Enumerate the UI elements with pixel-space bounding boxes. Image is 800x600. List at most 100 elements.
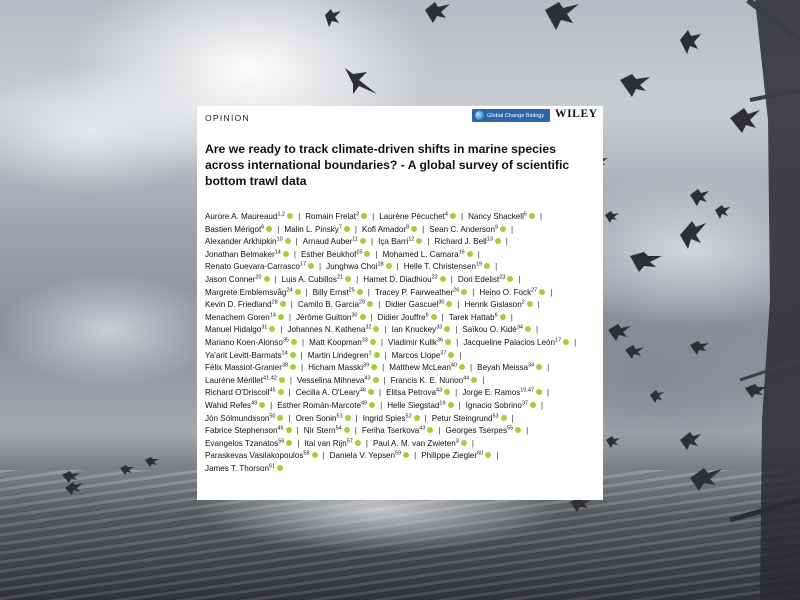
author-name[interactable]: Nancy Shackell [468,212,524,221]
orcid-icon[interactable] [289,351,296,358]
orcid-icon[interactable] [279,301,286,308]
author-name[interactable]: Jacqueline Palacios León [463,338,555,347]
orcid-icon[interactable] [369,338,376,345]
orcid-icon[interactable] [344,414,351,421]
author-name[interactable]: Elitsa Petrova [386,388,436,397]
author-name[interactable]: Ingrid Spies [363,414,406,423]
author-name[interactable]: Martin Lindegren [308,351,369,360]
orcid-icon[interactable] [500,414,507,421]
author-name[interactable]: Alexander Arkhipkin [205,237,277,246]
author-name[interactable]: Félix Massiot-Granier [205,363,282,372]
author-name[interactable]: Junghwa Choi [326,262,377,271]
author-name[interactable]: Laurène Pécuchet [379,212,445,221]
author-name[interactable]: Francis K. E. Nunoo [391,376,463,385]
author-name[interactable]: Paraskevas Vasilakopoulos [205,451,303,460]
author-name[interactable]: Camilo B. Garcia [298,300,359,309]
orcid-icon[interactable] [447,401,454,408]
author-name[interactable]: Jonathan Belmaker [205,250,275,259]
author-name[interactable]: Didier Jouffre [378,313,426,322]
orcid-icon[interactable] [343,427,350,434]
author-name[interactable]: Iça Barri [378,237,408,246]
author-name[interactable]: Kofi Amador [362,225,406,234]
author-name[interactable]: Henrik Gislason [465,300,522,309]
author-name[interactable]: Esther Román-Marcote [277,401,361,410]
author-name[interactable]: Helle Siegstad [387,401,439,410]
orcid-icon[interactable] [285,427,292,434]
author-name[interactable]: Jason Conner [205,275,255,284]
orcid-icon[interactable] [278,376,285,383]
author-name[interactable]: Romain Frelat [305,212,356,221]
author-name[interactable]: Daniela V. Yepsen [330,451,395,460]
orcid-icon[interactable] [430,313,437,320]
author-name[interactable]: Jérôme Guitton [296,313,351,322]
author-name[interactable]: Nir Stern [304,426,336,435]
author-name[interactable]: Vladimir Kulik [388,338,437,347]
author-name[interactable]: Tarek Hattab [449,313,495,322]
author-name[interactable]: Jorge E. Ramos [462,388,520,397]
orcid-icon[interactable] [460,439,467,446]
orcid-icon[interactable] [494,238,501,245]
author-name[interactable]: Mariano Koen-Alonso [205,338,283,347]
orcid-icon[interactable] [413,414,420,421]
orcid-icon[interactable] [356,288,363,295]
orcid-icon[interactable] [439,275,446,282]
author-name[interactable]: Malin L. Pinsky [284,225,338,234]
orcid-icon[interactable] [294,288,301,295]
orcid-icon[interactable] [343,225,350,232]
author-name[interactable]: James T. Thorson [205,464,269,473]
orcid-icon[interactable] [372,376,379,383]
orcid-icon[interactable] [466,250,473,257]
author-name[interactable]: Mohamed L. Camara [383,250,459,259]
author-name[interactable]: Manuel Hidalgo [205,325,261,334]
author-name[interactable]: Matt Koopman [309,338,362,347]
author-name[interactable]: Hicham Masski [308,363,363,372]
author-name[interactable]: Feriha Tserkova [362,426,419,435]
author-name[interactable]: Richard J. Bell [434,237,486,246]
author-name[interactable]: Beyah Meissa [477,363,528,372]
author-name[interactable]: Menachem Goren [205,313,270,322]
author-name[interactable]: Ian Knuckey [392,325,437,334]
orcid-icon[interactable] [282,250,289,257]
author-name[interactable]: Esther Beukhof [301,250,356,259]
author-name[interactable]: Laurène Mérillet [205,376,263,385]
author-name[interactable]: Ignacio Sobrino [466,401,522,410]
author-name[interactable]: Ya'arit Levitt-Barmats [205,351,282,360]
author-name[interactable]: Evangelos Tzanatos [205,439,278,448]
orcid-icon[interactable] [499,313,506,320]
author-name[interactable]: Fabrice Stephenson [205,426,277,435]
author-name[interactable]: Billy Ernst [313,288,349,297]
orcid-icon[interactable] [277,389,284,396]
orcid-icon[interactable] [263,275,270,282]
orcid-icon[interactable] [385,263,392,270]
orcid-icon[interactable] [526,301,533,308]
author-name[interactable]: Philippe Ziegler [421,451,477,460]
author-name[interactable]: Tracey P. Fairweather [375,288,453,297]
author-name[interactable]: Richard O'Driscoll [205,388,270,397]
author-name[interactable]: Margrete Emblemsvåg [205,288,286,297]
orcid-icon[interactable] [359,313,366,320]
author-name[interactable]: Saïkou O. Kidé [462,325,516,334]
author-name[interactable]: Heino O. Fock [479,288,531,297]
author-name[interactable]: Georges Tserpes [446,426,508,435]
author-name[interactable]: Aurore A. Maureaud [205,212,277,221]
author-name[interactable]: Kevin D. Friedland [205,300,272,309]
author-name[interactable]: Arnaud Auber [303,237,353,246]
orcid-icon[interactable] [311,452,318,459]
author-name[interactable]: Jón Sólmundsson [205,414,269,423]
journal-badge[interactable]: Global Change Biology [472,109,550,122]
author-name[interactable]: Petur Steingrund [432,414,493,423]
author-name[interactable]: Didier Gascuel [385,300,438,309]
author-name[interactable]: Renato Guevara-Carrasco [205,262,300,271]
orcid-icon[interactable] [373,351,380,358]
orcid-icon[interactable] [277,464,284,471]
author-name[interactable]: Paul A. M. van Zwieten [373,439,456,448]
orcid-icon[interactable] [354,439,361,446]
author-name[interactable]: Itai van Rijn [304,439,346,448]
author-name[interactable]: Helle T. Christensen [404,262,476,271]
author-name[interactable]: Wahid Refes [205,401,251,410]
author-name[interactable]: Oren Sonin [296,414,337,423]
orcid-icon[interactable] [284,238,291,245]
author-name[interactable]: Hamet D. Diadhiou [363,275,431,284]
author-name[interactable]: Matthew McLean [389,363,451,372]
author-name[interactable]: Vesselina Mihneva [297,376,365,385]
